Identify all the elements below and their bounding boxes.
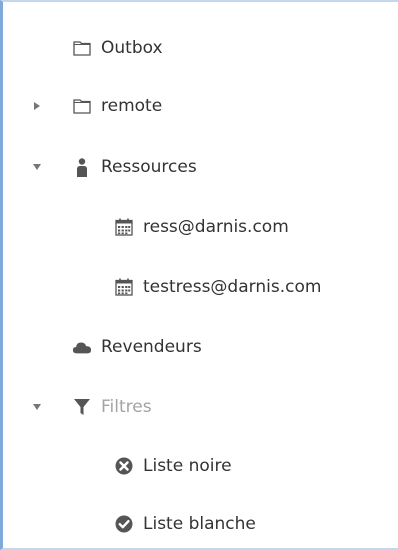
- x-circle-icon: [114, 456, 134, 476]
- tree-item-revendeurs[interactable]: Revendeurs: [3, 327, 398, 367]
- tree-item-label: remote: [101, 96, 163, 116]
- tree-item-label: Revendeurs: [101, 337, 202, 357]
- tree-item-liste-noire[interactable]: Liste noire: [3, 446, 398, 486]
- tree-item-label: Outbox: [101, 38, 163, 58]
- tree-item-label: ress@darnis.com: [143, 217, 289, 237]
- expand-arrow-icon[interactable]: [31, 100, 43, 112]
- tree-item-testress-darnis[interactable]: testress@darnis.com: [3, 267, 398, 307]
- folder-icon: [72, 38, 92, 58]
- person-icon: [72, 157, 92, 177]
- tree-item-label: Filtres: [101, 397, 152, 417]
- folder-tree: Outbox remote Ressources ress@darnis.com…: [3, 2, 398, 548]
- cloud-icon: [72, 337, 92, 357]
- collapse-arrow-icon[interactable]: [31, 161, 43, 173]
- check-circle-icon: [114, 514, 134, 534]
- tree-item-outbox[interactable]: Outbox: [3, 28, 398, 68]
- calendar-icon: [114, 217, 134, 237]
- tree-item-label: Liste blanche: [143, 514, 256, 534]
- calendar-icon: [114, 277, 134, 297]
- tree-item-filtres[interactable]: Filtres: [3, 387, 398, 427]
- tree-item-label: Ressources: [101, 157, 197, 177]
- tree-item-liste-blanche[interactable]: Liste blanche: [3, 504, 398, 544]
- folder-icon: [72, 96, 92, 116]
- collapse-arrow-icon[interactable]: [31, 401, 43, 413]
- filter-icon: [72, 397, 92, 417]
- tree-item-ress-darnis[interactable]: ress@darnis.com: [3, 207, 398, 247]
- tree-item-label: testress@darnis.com: [143, 277, 322, 297]
- folder-tree-panel: Outbox remote Ressources ress@darnis.com…: [0, 0, 398, 550]
- tree-item-remote[interactable]: remote: [3, 86, 398, 126]
- tree-item-ressources[interactable]: Ressources: [3, 147, 398, 187]
- tree-item-label: Liste noire: [143, 456, 232, 476]
